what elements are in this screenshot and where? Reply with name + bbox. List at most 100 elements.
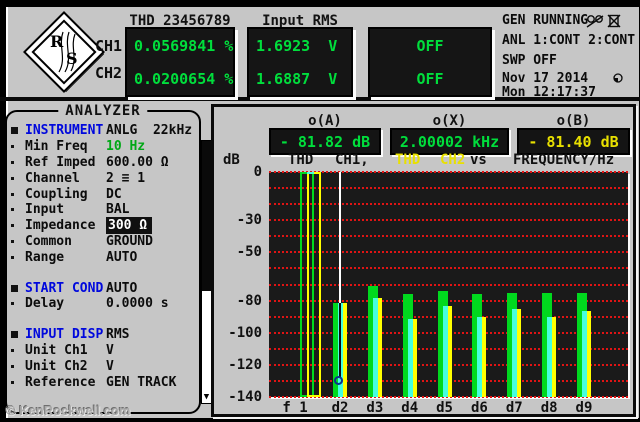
item-bullet-icon bbox=[11, 192, 25, 196]
menu-item-value: GEN TRACK bbox=[106, 374, 177, 390]
menu-item-unit-ch1[interactable]: Unit Ch1 V bbox=[11, 343, 197, 359]
cursor-a-readout: - 81.82 dB bbox=[269, 128, 381, 155]
cursor-line[interactable] bbox=[339, 172, 341, 303]
x-tick-label: d2 bbox=[331, 400, 349, 416]
bar-overlap bbox=[547, 317, 553, 397]
item-bullet-icon bbox=[11, 176, 25, 180]
group-bullet-icon bbox=[11, 284, 25, 292]
thd-ch2-value: 0.0200654 % bbox=[134, 69, 234, 88]
cursor-b-readout: - 81.40 dB bbox=[517, 128, 630, 155]
menu-item-min-freq[interactable]: Min Freq 10 Hz bbox=[11, 139, 197, 155]
menu-item-range[interactable]: Range AUTO bbox=[11, 249, 197, 265]
menu-item-label: Range bbox=[25, 249, 65, 265]
time-text: Mon 12:17:37 bbox=[502, 85, 596, 100]
scrollbar-down-arrow-icon[interactable]: ▼ bbox=[202, 391, 211, 403]
ch2-label: CH2 bbox=[95, 64, 123, 82]
menu-item-value: V bbox=[106, 342, 114, 358]
watermark: © KenRockwell.com bbox=[6, 403, 131, 418]
thd-ch1-value: 0.0569841 % bbox=[134, 36, 234, 55]
gridline bbox=[269, 267, 628, 270]
legend-thd2: THD bbox=[395, 152, 421, 168]
menu-item-label: Channel bbox=[25, 170, 80, 186]
cursor-tail bbox=[339, 303, 341, 378]
menu-item-label: Reference bbox=[25, 374, 96, 390]
x-tick-label: f 1 bbox=[282, 400, 308, 416]
menu-item-value: ANLG 22kHz bbox=[106, 123, 193, 139]
menu-item-common[interactable]: Common GROUND bbox=[11, 234, 197, 250]
menu-item-value: 0.0000 s bbox=[106, 296, 169, 312]
aux-display: OFF OFF bbox=[368, 27, 492, 97]
gridline bbox=[269, 251, 628, 254]
gridline bbox=[269, 171, 628, 173]
gen-status: GEN RUNNING bbox=[502, 13, 589, 28]
gridline bbox=[269, 299, 628, 302]
menu-item-input[interactable]: Input BAL bbox=[11, 202, 197, 218]
menu-item-value: 300 Ω bbox=[106, 217, 153, 235]
fundamental-bar-overlap bbox=[307, 172, 314, 174]
menu-item-start-cond[interactable]: START COND AUTO bbox=[11, 280, 197, 296]
item-bullet-icon bbox=[11, 208, 25, 212]
menu-item-value: GROUND bbox=[106, 233, 153, 249]
menu-item-label: Impedance bbox=[25, 218, 96, 234]
bar-overlap bbox=[442, 306, 448, 397]
swp-status: SWP OFF bbox=[502, 53, 557, 68]
y-tick-label: -120 bbox=[228, 356, 262, 373]
item-bullet-icon bbox=[11, 302, 25, 306]
gridline bbox=[269, 203, 628, 206]
gridline bbox=[269, 235, 628, 238]
quarter-disc-icon bbox=[613, 73, 623, 83]
analyzer-menu-panel: ANALYZER INSTRUMENT ANLG 22kHz Min Freq 10 … bbox=[5, 103, 201, 414]
menu-item-instrument[interactable]: INSTRUMENT ANLG 22kHz bbox=[11, 123, 197, 139]
cursor-x-readout: 2.00002 kHz bbox=[390, 128, 509, 155]
gridline bbox=[269, 283, 628, 286]
menu-item-label: Input bbox=[25, 202, 65, 218]
bar-overlap bbox=[372, 298, 378, 397]
gridline bbox=[269, 219, 628, 222]
y-tick-label: -140 bbox=[228, 389, 262, 405]
cursor-marker-icon[interactable] bbox=[334, 376, 343, 385]
y-tick-label: -100 bbox=[228, 324, 262, 341]
menu-item-coupling[interactable]: Coupling DC bbox=[11, 186, 197, 202]
item-bullet-icon bbox=[11, 348, 25, 352]
crossed-dial-icon bbox=[586, 15, 604, 28]
x-tick-label: d3 bbox=[366, 400, 384, 416]
x-tick-label: d9 bbox=[575, 400, 593, 416]
menu-item-input-disp[interactable]: INPUT DISP RMS bbox=[11, 327, 197, 343]
input-rms-display: 1.6923 V 1.6887 V bbox=[247, 27, 353, 97]
ch1-label: CH1 bbox=[95, 37, 123, 55]
menu-item-label: Delay bbox=[25, 296, 65, 312]
menu-item-value: AUTO bbox=[106, 249, 138, 265]
menu-item-reference[interactable]: Reference GEN TRACK bbox=[11, 374, 197, 390]
x-tick-label: d5 bbox=[436, 400, 453, 416]
bar-overlap bbox=[512, 309, 518, 397]
input-rms-ch2-value: 1.6887 V bbox=[256, 69, 338, 88]
menu-item-ref-imped[interactable]: Ref Imped 600.00 Ω bbox=[11, 155, 197, 171]
menu-item-value: 2 ≡ 1 bbox=[106, 170, 146, 186]
item-bullet-icon bbox=[11, 145, 25, 149]
cursor-b-label: o(B) bbox=[556, 113, 591, 129]
item-bullet-icon bbox=[11, 239, 25, 243]
menu-item-impedance[interactable]: Impedance 300 Ω bbox=[11, 217, 197, 235]
scrollbar-thumb[interactable] bbox=[202, 141, 211, 291]
group-bullet-icon bbox=[11, 127, 25, 135]
item-bullet-icon bbox=[11, 160, 25, 164]
menu-panel-title: ANALYZER bbox=[58, 103, 148, 119]
y-tick-label: -80 bbox=[236, 292, 262, 309]
logo-diamond: R S bbox=[22, 10, 106, 94]
menu-item-value: BAL bbox=[106, 202, 130, 218]
menu-item-channel[interactable]: Channel 2 ≡ 1 bbox=[11, 170, 197, 186]
thd-display: 0.0569841 % 0.0200654 % bbox=[125, 27, 235, 97]
x-tick-label: d7 bbox=[505, 400, 523, 416]
menu-item-value: AUTO bbox=[106, 280, 138, 296]
menu-item-unit-ch2[interactable]: Unit Ch2 V bbox=[11, 358, 197, 374]
menu-rows: INSTRUMENT ANLG 22kHz Min Freq 10 Hz Ref Imp… bbox=[11, 123, 197, 390]
y-tick-label: -50 bbox=[236, 244, 262, 261]
menu-item-label: INSTRUMENT bbox=[25, 123, 104, 139]
menu-item-delay[interactable]: Delay 0.0000 s bbox=[11, 296, 197, 312]
date-text: Nov 17 2014 bbox=[502, 71, 589, 86]
bar-overlap bbox=[581, 311, 587, 397]
x-tick-label: d6 bbox=[470, 400, 488, 416]
fundamental-bar-ch2 bbox=[307, 172, 321, 397]
aux-row-1: OFF bbox=[416, 36, 444, 55]
item-bullet-icon bbox=[11, 224, 25, 228]
